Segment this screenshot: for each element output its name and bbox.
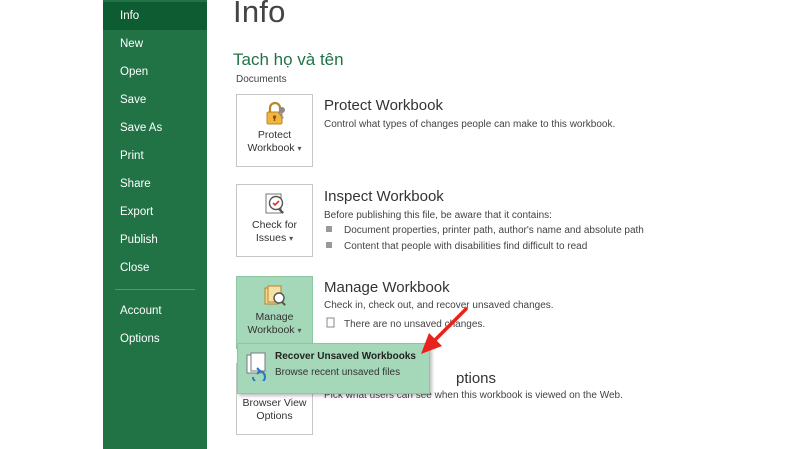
right-margin <box>702 0 800 449</box>
manage-tile-label-line1: Manage <box>255 311 294 323</box>
browser-view-options-title: ptions <box>456 370 497 387</box>
sidebar-item-info[interactable]: Info <box>103 2 207 30</box>
sidebar-item-save[interactable]: Save <box>103 86 207 114</box>
inspect-tile-label-line1: Check for <box>252 219 297 231</box>
bullet-square-icon <box>326 242 332 248</box>
document-location[interactable]: Documents <box>236 74 287 85</box>
check-for-issues-button[interactable]: Check for Issues ▾ <box>236 184 313 257</box>
recover-unsaved-workbooks-menu-item[interactable]: Recover Unsaved Workbooks Browse recent … <box>237 343 430 394</box>
chevron-down-icon: ▾ <box>297 326 302 335</box>
manage-workbook-title: Manage Workbook <box>324 279 450 296</box>
manage-tile-label-line2: Workbook <box>247 324 295 336</box>
sidebar-item-publish[interactable]: Publish <box>103 226 207 254</box>
inspect-workbook-description: Before publishing this file, be aware th… <box>324 210 552 221</box>
excel-backstage: Info New Open Save Save As Print Share E… <box>0 0 800 449</box>
recover-document-icon <box>246 352 266 381</box>
manage-workbook-description: Check in, check out, and recover unsaved… <box>324 300 554 311</box>
sidebar-item-open[interactable]: Open <box>103 58 207 86</box>
manage-workbook-icon <box>264 285 286 306</box>
chevron-down-icon: ▾ <box>289 234 294 243</box>
inspect-workbook-title: Inspect Workbook <box>324 188 444 205</box>
sidebar-item-share[interactable]: Share <box>103 170 207 198</box>
sidebar-item-print[interactable]: Print <box>103 142 207 170</box>
protect-tile-label-line2: Workbook <box>247 142 295 154</box>
protect-workbook-description: Control what types of changes people can… <box>324 119 616 130</box>
document-icon <box>326 317 335 328</box>
sidebar-item-new[interactable]: New <box>103 30 207 58</box>
inspect-document-icon <box>265 193 284 214</box>
sidebar-item-account[interactable]: Account <box>103 297 207 325</box>
browser-tile-label-line2: Options <box>256 410 293 422</box>
browser-tile-label-line1: Browser View <box>242 397 307 409</box>
inspect-bullet-item: Content that people with disabilities fi… <box>326 241 587 252</box>
inspect-bullet-item: Document properties, printer path, autho… <box>326 225 644 236</box>
bullet-square-icon <box>326 226 332 232</box>
sidebar-item-export[interactable]: Export <box>103 198 207 226</box>
sidebar-item-close[interactable]: Close <box>103 254 207 282</box>
document-name: Tach họ và tên <box>233 50 344 69</box>
sidebar-item-save-as[interactable]: Save As <box>103 114 207 142</box>
unsaved-changes-status: There are no unsaved changes. <box>326 317 485 330</box>
page-title: Info <box>233 0 286 29</box>
sidebar-divider <box>115 289 195 290</box>
lock-key-icon <box>266 101 285 125</box>
recover-unsaved-workbooks-sublabel: Browse recent unsaved files <box>275 367 401 378</box>
protect-workbook-button[interactable]: Protect Workbook ▾ <box>236 94 313 167</box>
sidebar-item-options[interactable]: Options <box>103 325 207 353</box>
inspect-tile-label-line2: Issues <box>255 232 287 244</box>
backstage-sidebar: Info New Open Save Save As Print Share E… <box>103 0 207 449</box>
protect-tile-label-line1: Protect <box>257 129 292 141</box>
recover-unsaved-workbooks-label: Recover Unsaved Workbooks <box>275 351 416 362</box>
protect-workbook-title: Protect Workbook <box>324 97 443 114</box>
manage-workbook-button[interactable]: Manage Workbook ▾ <box>236 276 313 349</box>
chevron-down-icon: ▾ <box>297 144 302 153</box>
